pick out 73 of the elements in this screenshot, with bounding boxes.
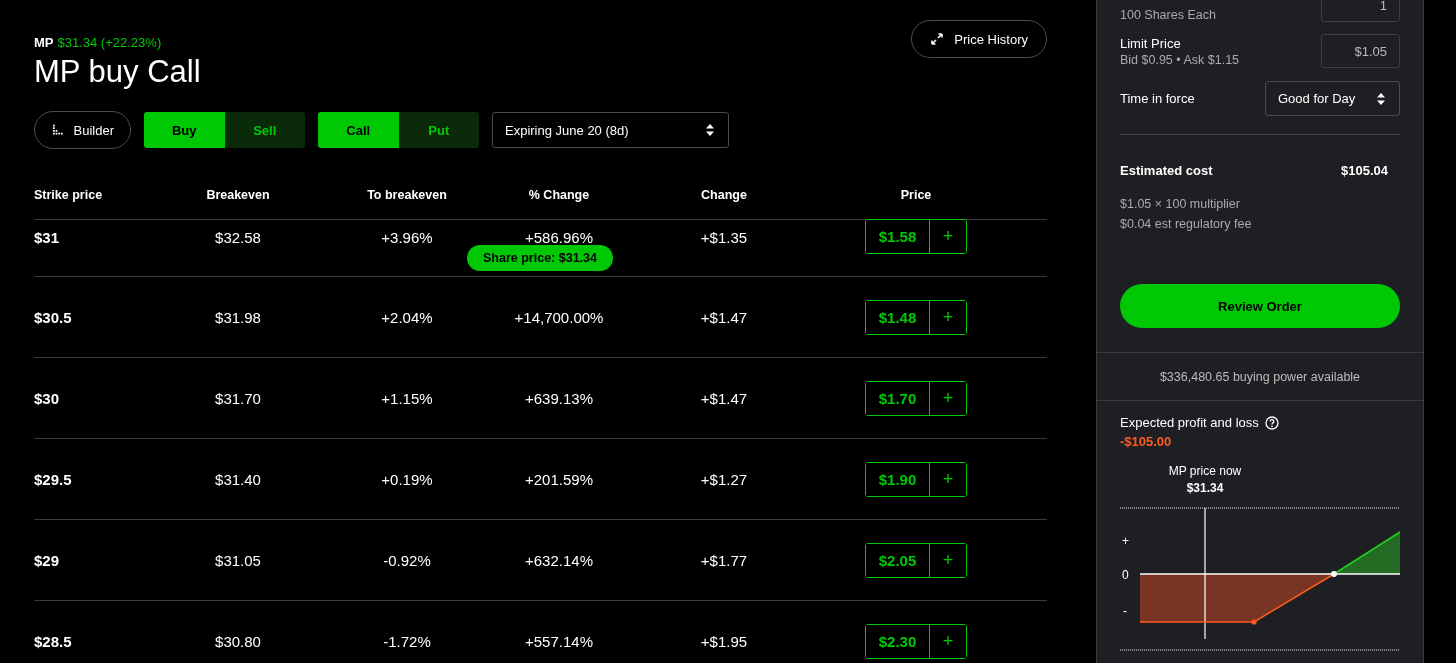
segment-tab[interactable]: Sell	[224, 112, 305, 148]
table-cell-text: +557.14%	[524, 632, 594, 650]
field-label: Limit Price	[1120, 35, 1182, 51]
table-cell-text: +$1.27	[699, 470, 749, 488]
table-cell-text: $29.5	[34, 470, 73, 488]
table-cell-text: +1.15%	[380, 389, 434, 407]
table-cell-text: $31.40	[214, 470, 262, 488]
column-header: Strike price	[34, 188, 104, 202]
table-cell-text: +$1.95	[699, 632, 749, 650]
limit-price-field[interactable]: $1.05	[1321, 34, 1400, 68]
pnl-value: -$105.00	[1120, 434, 1173, 449]
table-cell-text: $32.58	[214, 228, 262, 246]
price-now-label: MP price now	[1167, 464, 1243, 478]
table-cell-text: -0.92%	[382, 551, 432, 569]
bid-ask-note: Bid $0.95 • Ask $1.15	[1120, 52, 1240, 67]
table-cell-text: +$1.47	[699, 389, 749, 407]
segment-tab[interactable]: Call	[318, 112, 399, 148]
page-title: MP buy Call	[34, 54, 201, 90]
axis-label: +	[1122, 534, 1129, 548]
table-cell-text: +0.19%	[380, 470, 434, 488]
table-cell-text: +201.59%	[524, 470, 594, 488]
stock-quote: $31.34 (+22.23%)	[57, 35, 162, 50]
table-cell-text: $28.5	[34, 632, 73, 650]
column-header: To breakeven	[366, 188, 448, 202]
quantity-field[interactable]: 1	[1321, 0, 1400, 22]
ticker-symbol: MP	[34, 35, 54, 50]
cost-detail: $1.05 × 100 multiplier	[1120, 196, 1241, 213]
price-button[interactable]: $1.58	[866, 220, 930, 253]
table-cell-text: $31.98	[214, 308, 262, 326]
column-header: Price	[899, 188, 933, 202]
table-cell-text: $30.5	[34, 308, 73, 326]
column-header: % Change	[527, 188, 591, 202]
column-header: Breakeven	[205, 188, 271, 202]
table-cell-text: +632.14%	[524, 551, 594, 569]
price-button[interactable]: $1.90	[866, 462, 930, 496]
price-history-button[interactable]: Price History	[911, 20, 1047, 58]
cost-detail: $0.04 est regulatory fee	[1120, 216, 1253, 233]
expiration-dropdown[interactable]: Expiring June 20 (8d)	[492, 112, 729, 148]
table-cell-text: +586.96%	[524, 228, 594, 246]
table-cell-text: $30	[34, 389, 61, 407]
table-cell-text: +2.04%	[380, 308, 434, 326]
price-button[interactable]: $2.05	[866, 543, 930, 577]
cost-value: $105.04	[1341, 163, 1388, 178]
price-now-value: $31.34	[1185, 481, 1225, 495]
table-cell-text: $29	[34, 551, 61, 569]
table-cell-text: $31.05	[214, 551, 262, 569]
table-cell-text: -1.72%	[382, 632, 432, 650]
share-price-tag: Share price: $31.34	[467, 245, 613, 271]
table-cell-text: +3.96%	[380, 228, 434, 246]
field-label: Time in force	[1120, 91, 1195, 106]
table-cell-text: +$1.35	[699, 228, 749, 246]
buying-power-text: $336,480.65 buying power available	[1097, 353, 1423, 401]
price-button[interactable]: $1.48	[866, 300, 930, 334]
table-cell-text: +$1.47	[699, 308, 749, 326]
price-button[interactable]: $1.70	[866, 381, 930, 415]
builder-button[interactable]: Builder	[34, 111, 131, 149]
segment-tab[interactable]: Put	[398, 112, 479, 148]
time-in-force-dropdown[interactable]: Good for Day	[1265, 81, 1400, 116]
table-cell-text: +$1.77	[699, 551, 749, 569]
axis-label: 0	[1122, 568, 1129, 582]
column-header: Change	[700, 188, 748, 202]
table-cell-text: +14,700.00%	[513, 308, 605, 326]
review-order-button[interactable]: Review Order	[1120, 284, 1400, 328]
price-button[interactable]: $2.30	[866, 624, 930, 658]
table-cell-text: $31	[34, 228, 61, 246]
pnl-title: Expected profit and loss	[1120, 415, 1259, 430]
cost-label: Estimated cost	[1120, 163, 1213, 178]
table-cell-text: $31.70	[214, 389, 262, 407]
contracts-note: 100 Shares Each	[1120, 8, 1216, 22]
segment-tab[interactable]: Buy	[144, 112, 225, 148]
table-cell-text: $30.80	[214, 632, 262, 650]
table-cell-text: +639.13%	[524, 389, 594, 407]
axis-label: -	[1123, 604, 1127, 618]
